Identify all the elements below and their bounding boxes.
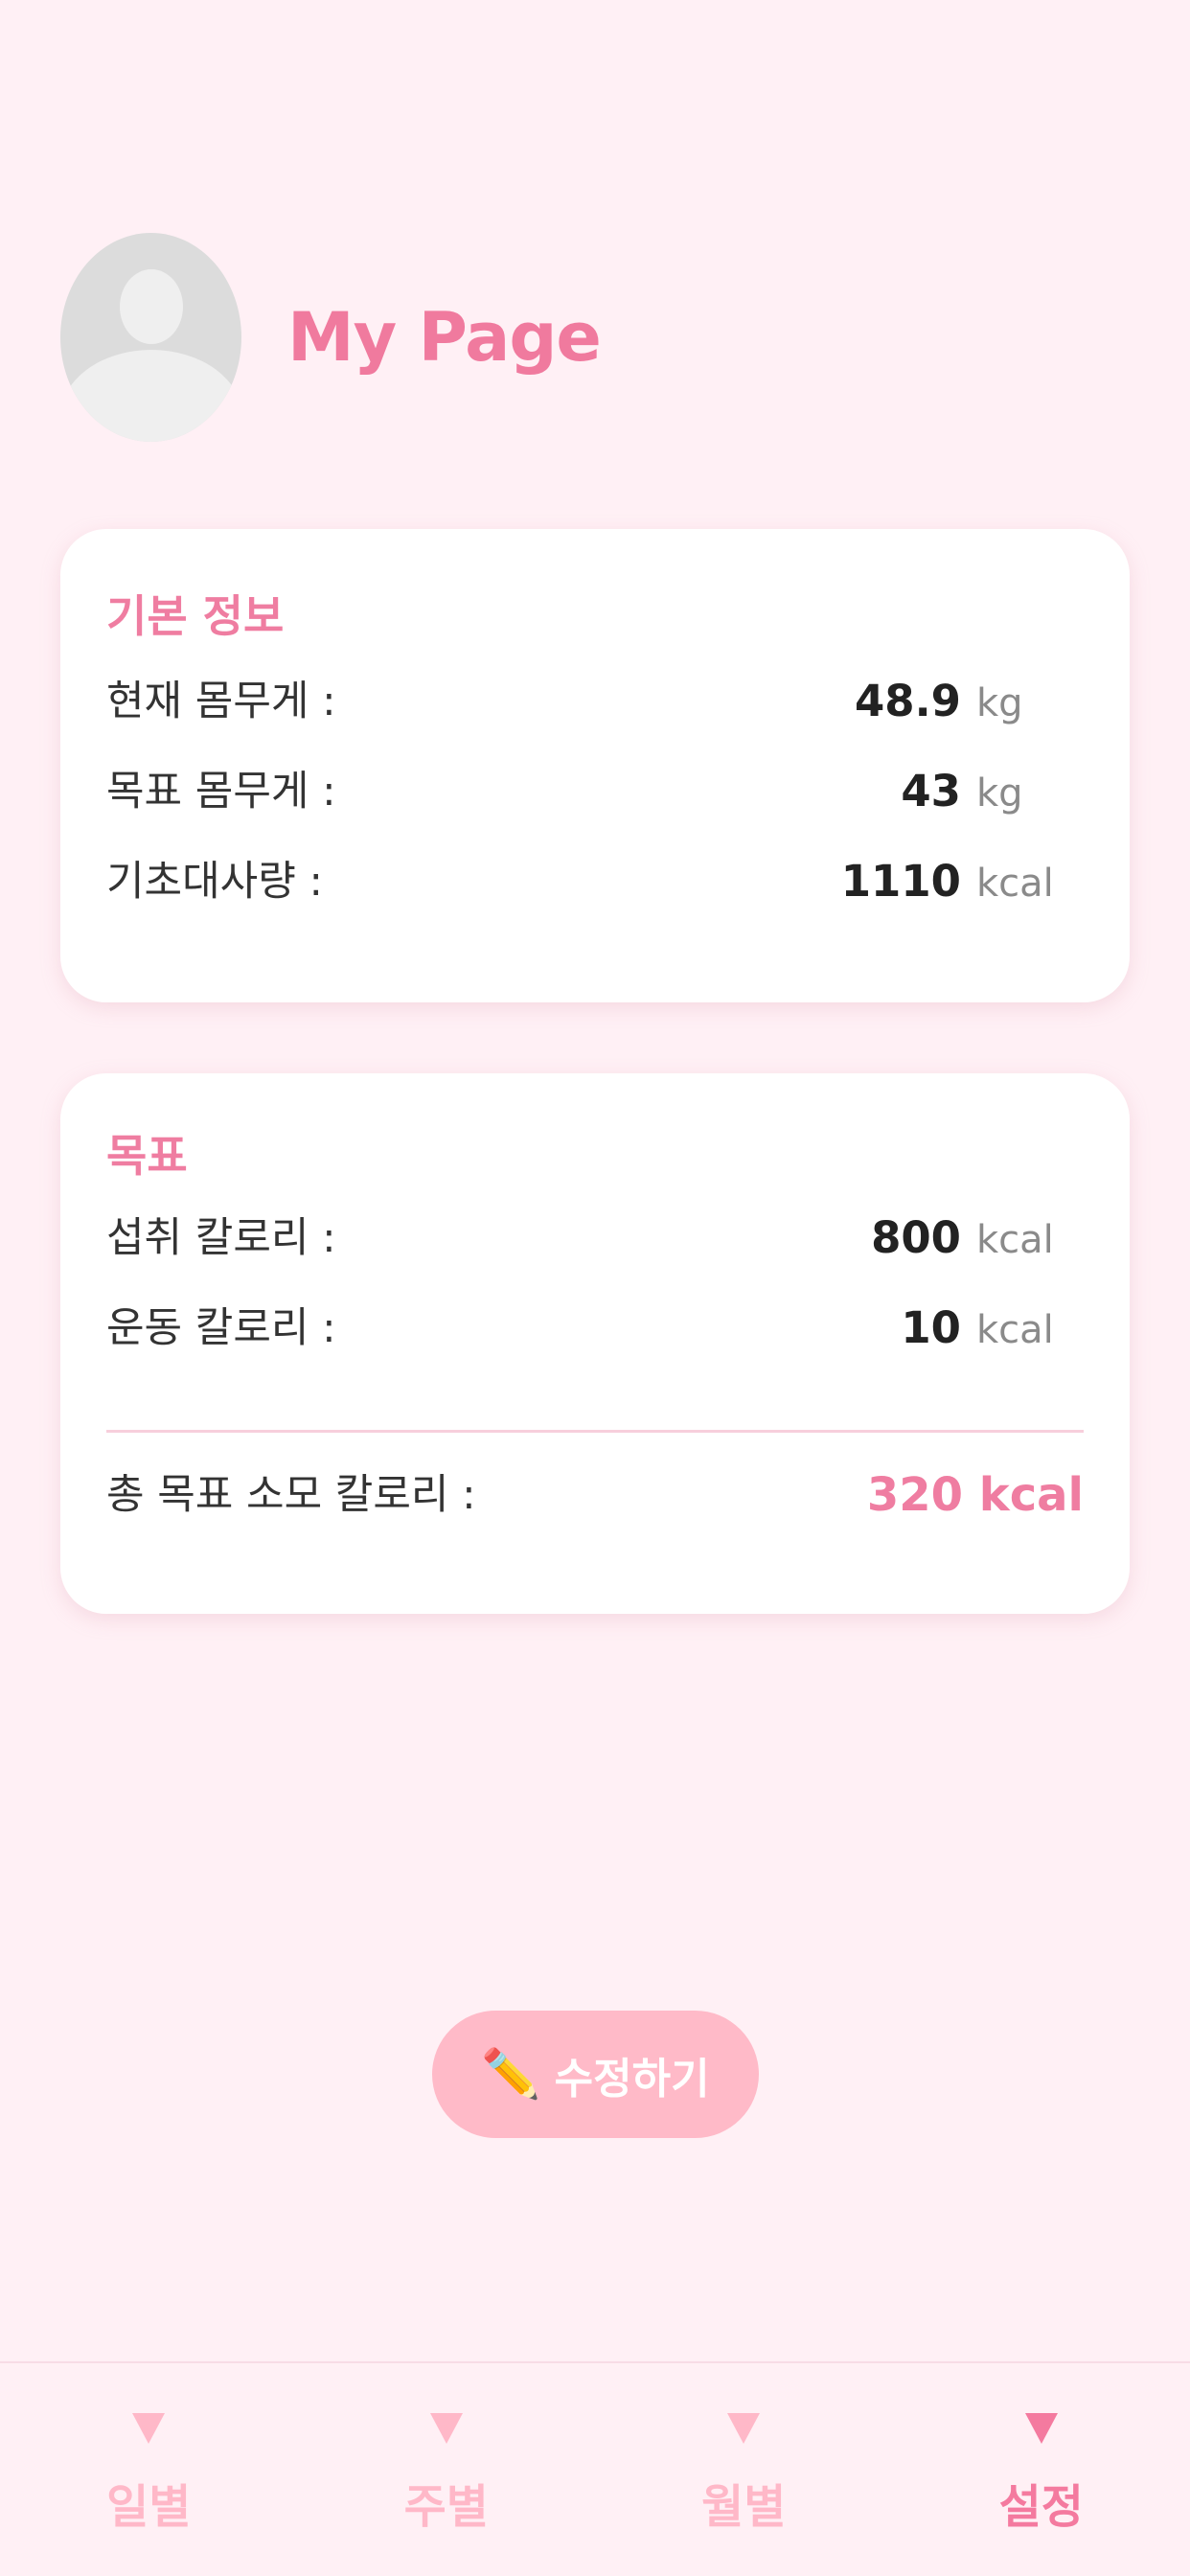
nav-item-daily[interactable]: 일별: [0, 2363, 298, 2576]
basic-info-card: 기본 정보 현재 몸무게 : 48.9 kg 목표 몸무게 : 43 kg 기초…: [60, 529, 1130, 1002]
bmr-value: 1110: [840, 856, 961, 907]
total-goal-burn-label: 총 목표 소모 칼로리 :: [106, 1471, 476, 1519]
my-page-screen: My Page 기본 정보 현재 몸무게 : 48.9 kg 목표 몸무게 : …: [0, 0, 1190, 2576]
exercise-calorie-unit: kcal: [976, 1308, 1054, 1352]
intake-calorie-unit: kcal: [976, 1218, 1054, 1262]
basic-info-title: 기본 정보: [106, 590, 285, 642]
exercise-calorie-value: 10: [901, 1302, 961, 1353]
bmr-row: 기초대사량 : 1110 kcal: [106, 853, 1084, 910]
goal-title: 목표: [106, 1130, 188, 1182]
avatar[interactable]: [60, 233, 241, 442]
triangle-down-icon: [1024, 2413, 1058, 2444]
target-weight-label: 목표 몸무게 :: [106, 768, 336, 816]
triangle-down-icon: [132, 2413, 166, 2444]
triangle-down-icon: [429, 2413, 463, 2444]
nav-label-weekly: 주별: [403, 2480, 489, 2534]
target-weight-row: 목표 몸무게 : 43 kg: [106, 763, 1084, 820]
profile-header: My Page: [60, 232, 602, 443]
goal-card: 목표 섭취 칼로리 : 800 kcal 운동 칼로리 : 10 kcal 총 …: [60, 1073, 1130, 1614]
target-weight-unit: kg: [976, 771, 1023, 816]
nav-item-monthly[interactable]: 월별: [595, 2363, 893, 2576]
triangle-down-icon: [727, 2413, 761, 2444]
nav-label-daily: 일별: [106, 2480, 192, 2534]
nav-label-monthly: 월별: [701, 2480, 787, 2534]
current-weight-row: 현재 몸무게 : 48.9 kg: [106, 673, 1084, 730]
intake-calorie-label: 섭취 칼로리 :: [106, 1214, 336, 1262]
total-goal-burn-value: 320 kcal: [866, 1468, 1084, 1522]
current-weight-value: 48.9: [854, 676, 961, 726]
current-weight-label: 현재 몸무게 :: [106, 678, 336, 725]
target-weight-value: 43: [901, 766, 961, 816]
intake-calorie-row: 섭취 칼로리 : 800 kcal: [106, 1209, 1084, 1267]
bmr-label: 기초대사량 :: [106, 858, 323, 906]
edit-button[interactable]: ✏️ 수정하기: [432, 2011, 759, 2138]
exercise-calorie-label: 운동 칼로리 :: [106, 1304, 336, 1352]
intake-calorie-value: 800: [871, 1212, 961, 1263]
avatar-body-shape: [60, 350, 241, 442]
current-weight-unit: kg: [976, 681, 1023, 725]
nav-label-settings: 설정: [998, 2480, 1084, 2534]
edit-button-label: 수정하기: [554, 2054, 710, 2104]
bmr-unit: kcal: [976, 862, 1054, 906]
exercise-calorie-row: 운동 칼로리 : 10 kcal: [106, 1300, 1084, 1357]
avatar-head-shape: [120, 269, 183, 344]
nav-item-settings[interactable]: 설정: [893, 2363, 1190, 2576]
nav-item-weekly[interactable]: 주별: [298, 2363, 596, 2576]
page-title: My Page: [287, 298, 602, 377]
pencil-icon: ✏️: [481, 2046, 541, 2102]
goal-divider: [106, 1430, 1084, 1433]
bottom-nav: 일별 주별 월별 설정: [0, 2361, 1190, 2576]
